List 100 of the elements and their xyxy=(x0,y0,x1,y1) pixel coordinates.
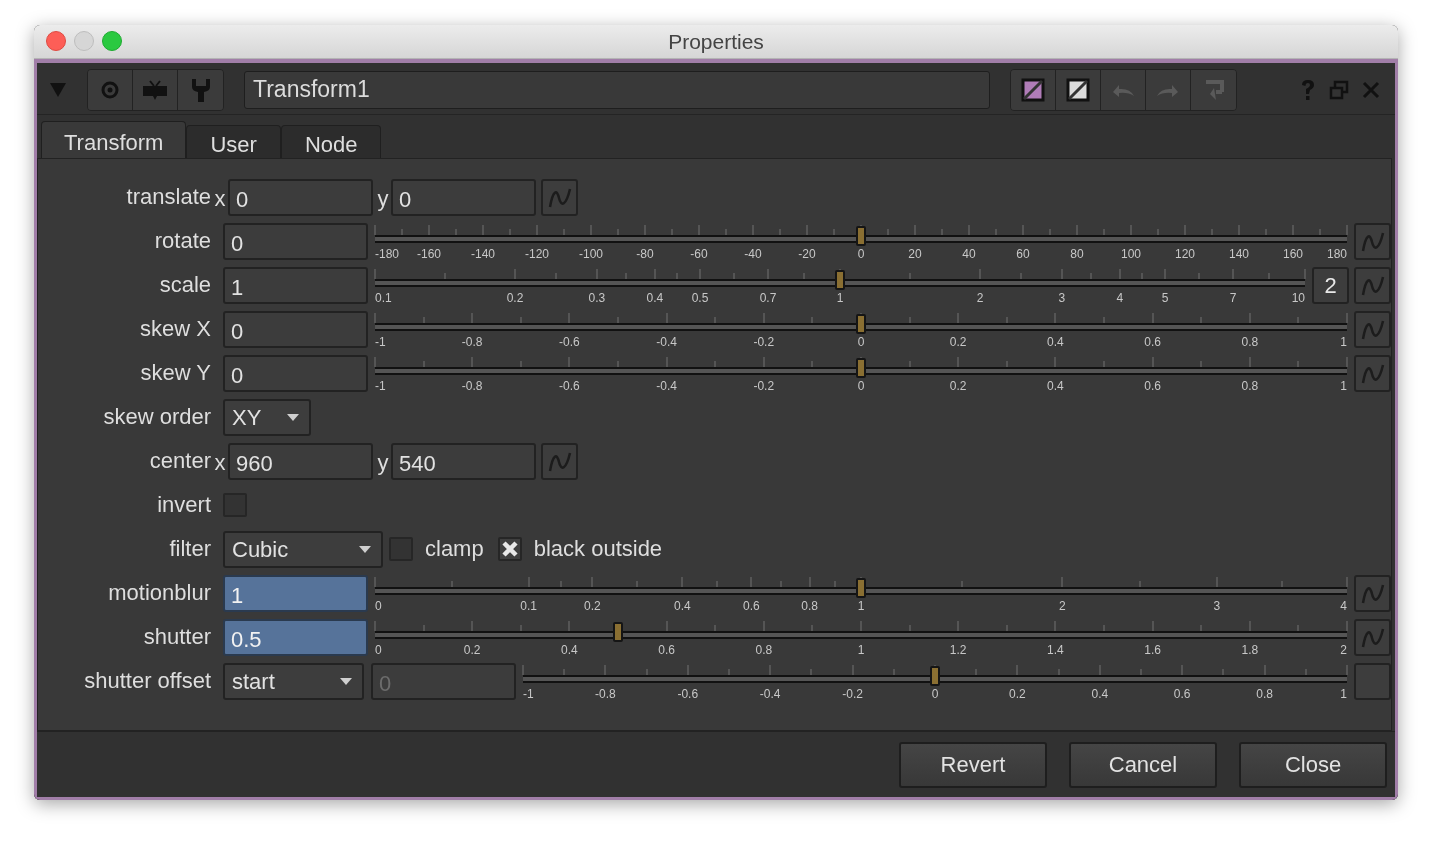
tick-label: -40 xyxy=(744,247,762,261)
close-icon[interactable] xyxy=(1361,80,1381,100)
slider-track[interactable] xyxy=(375,619,1347,641)
slider-track[interactable] xyxy=(375,223,1347,245)
view-node-button[interactable] xyxy=(88,70,133,110)
tick-label: -180 xyxy=(375,247,400,261)
slider-thumb[interactable] xyxy=(856,578,866,598)
tick-label: 1 xyxy=(857,599,865,613)
help-icon[interactable] xyxy=(1299,78,1317,102)
checkbox-label: black outside xyxy=(533,535,663,563)
tick-label: -80 xyxy=(636,247,654,261)
tab[interactable]: Transform xyxy=(41,121,187,158)
tick-label: 0 xyxy=(375,643,382,657)
tick-label: 160 xyxy=(1283,247,1303,261)
tick-label: 60 xyxy=(1016,247,1030,261)
tick-label: 0.8 xyxy=(1241,335,1259,349)
tick-label: 4 xyxy=(1116,291,1124,305)
blank-button[interactable] xyxy=(1354,663,1391,700)
knob-label: skew Y xyxy=(139,359,211,387)
tick-label: -1 xyxy=(375,379,386,393)
knob-label: rotate xyxy=(153,227,211,255)
value-field[interactable]: 0 xyxy=(223,311,368,348)
gl-color-button[interactable] xyxy=(1056,70,1101,110)
animation-button[interactable] xyxy=(1354,575,1391,612)
tick-label: 0.7 xyxy=(759,291,777,305)
value-field[interactable]: 540 xyxy=(391,443,536,480)
close-window-button[interactable] xyxy=(46,31,66,51)
value-field[interactable]: 1 xyxy=(223,575,368,612)
tick-label: -0.2 xyxy=(753,379,775,393)
animation-button[interactable] xyxy=(1354,267,1391,304)
tab[interactable]: User xyxy=(186,125,281,158)
redo-button[interactable] xyxy=(1146,70,1191,110)
tick-label: -0.4 xyxy=(759,687,781,701)
viewer-button[interactable] xyxy=(133,70,178,110)
slider-track[interactable] xyxy=(375,355,1347,377)
tick-label: 40 xyxy=(962,247,976,261)
tick-label: -0.4 xyxy=(656,379,677,393)
animation-button[interactable] xyxy=(1354,619,1391,656)
tick-label: -0.2 xyxy=(842,687,863,701)
tick-label: -0.8 xyxy=(461,379,483,393)
zoom-window-button[interactable] xyxy=(102,31,122,51)
slider-track[interactable] xyxy=(375,267,1305,289)
slider-thumb[interactable] xyxy=(930,666,940,686)
settings-button[interactable] xyxy=(178,70,223,110)
tick-label: -0.6 xyxy=(559,335,580,349)
animation-button[interactable] xyxy=(1354,355,1391,392)
tick-label: 0 xyxy=(857,247,865,261)
tick-label: 0.8 xyxy=(1241,379,1259,393)
animation-button[interactable] xyxy=(1354,223,1391,260)
tick-label: 0.2 xyxy=(949,335,967,349)
tick-label: 140 xyxy=(1229,247,1249,261)
tick-label: -20 xyxy=(798,247,816,261)
collapse-icon[interactable] xyxy=(49,82,67,98)
view-toggle-button[interactable]: 2 xyxy=(1312,267,1349,304)
slider-track[interactable] xyxy=(375,311,1347,333)
tab[interactable]: Node xyxy=(280,125,382,158)
value-field[interactable]: 960 xyxy=(228,443,373,480)
slider-thumb[interactable] xyxy=(835,270,845,290)
tick-label: 3 xyxy=(1213,599,1221,613)
dialog-button[interactable]: Close xyxy=(1239,741,1387,788)
dropdown[interactable]: Cubic xyxy=(223,531,383,568)
slider-track[interactable] xyxy=(523,663,1347,685)
tick-label: 10 xyxy=(1291,291,1305,305)
animation-button[interactable] xyxy=(541,443,578,480)
tick-label: 1.6 xyxy=(1144,643,1161,657)
animation-button[interactable] xyxy=(1354,311,1391,348)
knob-label: shutter xyxy=(142,623,211,651)
axis-label: x xyxy=(213,449,227,477)
tick-label: 0.6 xyxy=(743,599,760,613)
caret-icon xyxy=(287,414,299,421)
slider-thumb[interactable] xyxy=(856,314,866,334)
value-field[interactable]: 1 xyxy=(223,267,368,304)
tick-label: 0.6 xyxy=(1144,379,1161,393)
tick-label: 0.2 xyxy=(1009,687,1026,701)
value-field[interactable]: 0.5 xyxy=(223,619,368,656)
dialog-button[interactable]: Cancel xyxy=(1069,741,1217,788)
slider-track[interactable] xyxy=(375,575,1347,597)
tick-label: 0 xyxy=(375,599,382,613)
slider-thumb[interactable] xyxy=(856,226,866,246)
checkbox[interactable] xyxy=(497,537,522,561)
tick-label: 0.8 xyxy=(755,643,773,657)
tick-label: 0.4 xyxy=(1091,687,1109,701)
revert-button[interactable] xyxy=(1191,70,1236,110)
value-field[interactable]: 0 xyxy=(223,223,368,260)
slider-thumb[interactable] xyxy=(856,358,866,378)
tick-label: -1 xyxy=(523,687,534,701)
node-color-button[interactable] xyxy=(1011,70,1056,110)
slider-thumb[interactable] xyxy=(613,622,623,642)
tick-label: 2 xyxy=(1340,643,1347,657)
dialog-button[interactable]: Revert xyxy=(899,741,1047,788)
animation-button[interactable] xyxy=(541,179,578,216)
node-name-field[interactable]: Transform1 xyxy=(244,71,990,109)
target-icon xyxy=(100,80,120,100)
value-field[interactable]: 0 xyxy=(228,179,373,216)
dropdown[interactable]: start xyxy=(223,663,364,700)
minimize-window-button[interactable] xyxy=(74,31,94,51)
value-field[interactable]: 0 xyxy=(391,179,536,216)
dropdown[interactable]: XY xyxy=(223,399,311,436)
float-window-icon[interactable] xyxy=(1329,80,1349,100)
value-field[interactable]: 0 xyxy=(223,355,368,392)
